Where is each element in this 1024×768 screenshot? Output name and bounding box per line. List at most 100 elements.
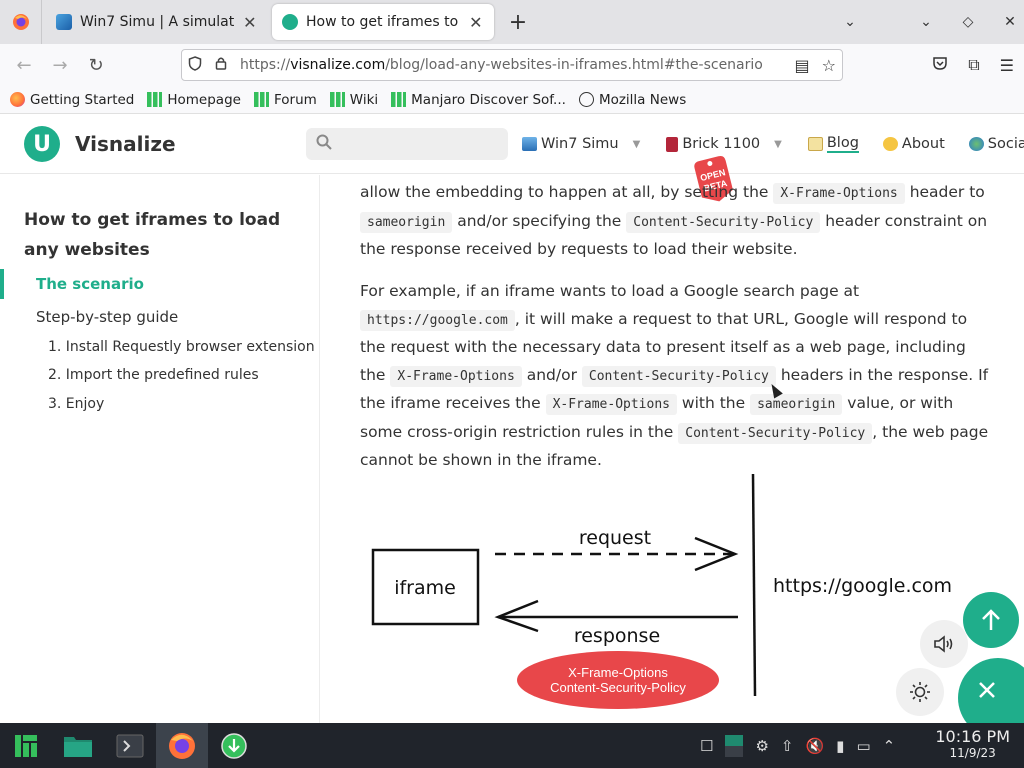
volume-muted-icon[interactable]: 🔇 [805,737,824,755]
bookmarks-toolbar: Getting Started Homepage Forum Wiki Manj… [0,86,1024,114]
nav-blog[interactable]: Blog [807,135,859,153]
tab-win7-simu[interactable]: Win7 Simu | A simulator of ✕ [46,4,268,40]
tab-title: How to get iframes to load [306,14,460,30]
inline-code: https://google.com [360,309,515,331]
tab-bar: Win7 Simu | A simulator of ✕ How to get … [0,0,1024,44]
article-paragraph: For example, if an iframe wants to load … [360,282,989,469]
tab-title: Win7 Simu | A simulator of [80,14,234,30]
manjaro-icon [329,92,345,107]
nav-label: Brick 1100 [682,136,761,152]
nav-win7-simu[interactable]: Win7 Simu ▼ [522,136,640,152]
nav-label: About [901,136,945,152]
close-window-icon[interactable]: ✕ [996,14,1024,30]
toc-title[interactable]: How to get iframes to load any websites [24,205,294,265]
toc-item-install-requestly[interactable]: 1. Install Requestly browser extension [48,339,315,355]
inline-code: X-Frame-Options [773,183,905,204]
laptop-icon [522,137,537,151]
nav-about[interactable]: About [882,136,945,152]
bookmark-label: Mozilla News [598,91,687,108]
forward-arrow-icon[interactable]: → [42,55,78,76]
nav-brick-1100[interactable]: Brick 1100 ▼ [666,136,782,152]
chevron-down-icon: ▼ [774,138,782,150]
url-text[interactable]: https://visnalize.com/blog/load-any-webs… [240,57,763,73]
globe-icon [578,92,594,107]
iframe-label: iframe [394,577,456,599]
globe-icon [968,137,984,151]
terminal-icon[interactable] [104,723,156,768]
clock-date: 11/9/23 [949,746,996,760]
bookmark-wiki[interactable]: Wiki [329,92,378,108]
toc-item-enjoy[interactable]: 3. Enjoy [48,396,104,412]
bookmark-mozilla-news[interactable]: Mozilla News [578,91,687,108]
nav-label: Social [987,136,1024,152]
firefox-taskbar-icon[interactable] [156,723,208,768]
usb-device-icon[interactable]: ▮ [836,737,844,755]
site-header: U Visnalize Win7 Simu ▼ Brick 1100 ▼ Blo… [0,114,1024,174]
new-tab-button[interactable]: + [498,10,538,35]
system-tray: ☐ ⚙ ⇧ 🔇 ▮ ▭ ⌃ [700,723,895,768]
reader-view-icon[interactable]: ▤ [795,56,810,75]
pocket-icon[interactable] [932,56,948,75]
win7-simu-favicon-icon [56,14,72,30]
bookmark-homepage[interactable]: Homepage [147,92,241,108]
inline-code: Content-Security-Policy [626,211,821,233]
bookmark-star-icon[interactable]: ☆ [822,56,836,75]
file-manager-icon[interactable] [52,723,104,768]
chevron-up-icon[interactable]: ⌃ [883,737,896,755]
toc-item-step-by-step-guide[interactable]: Step-by-step guide [36,308,178,326]
bookmark-label: Forum [273,91,317,108]
read-aloud-button[interactable] [920,620,968,668]
table-of-contents: How to get iframes to load any websites … [0,175,320,723]
network-share-icon[interactable]: ⚙ [755,737,768,755]
maximize-window-icon[interactable]: ◇ [954,14,982,30]
bookmark-label: Manjaro Discover Sof... [411,91,566,108]
arrow-up-icon [982,609,1000,630]
manjaro-icon [147,92,163,107]
close-tab-icon[interactable]: ✕ [468,13,484,32]
show-desktop-icon[interactable]: ☐ [700,737,713,755]
bookmark-label: Getting Started [30,91,135,108]
minimize-window-icon[interactable]: ⌄ [912,14,940,30]
inline-code: X-Frame-Options [390,365,522,387]
hamburger-menu-icon[interactable]: ☰ [1000,56,1014,75]
list-all-tabs-icon[interactable]: ⌄ [836,14,864,30]
bookmark-forum[interactable]: Forum [253,91,317,108]
iframe-request-diagram: iframe request response https://google.c… [371,473,952,709]
sun-icon [910,682,930,702]
inline-code: sameorigin [360,211,453,233]
toc-item-import-rules[interactable]: 2. Import the predefined rules [48,367,259,383]
lock-icon[interactable] [208,56,234,74]
extensions-puzzle-icon[interactable]: ⧉ [968,55,979,75]
tab-active-iframes[interactable]: How to get iframes to load ✕ [272,4,494,40]
manjaro-icon [253,92,269,107]
bookmark-getting-started[interactable]: Getting Started [10,92,134,108]
back-arrow-icon[interactable]: ← [6,55,42,76]
manjaro-icon [391,92,407,107]
site-name[interactable]: Visnalize [75,132,176,156]
response-label: response [574,625,660,647]
scroll-to-top-button[interactable] [963,592,1019,648]
app-launcher-icon[interactable] [0,723,52,768]
close-icon [979,682,995,698]
shield-icon[interactable] [182,55,208,75]
site-search-input[interactable] [306,128,508,160]
workspace-pager-icon[interactable] [725,734,744,757]
headers-line-2: Content-Security-Policy [550,680,686,695]
chevron-down-icon: ▼ [632,138,641,150]
reload-icon[interactable]: ↻ [78,55,114,76]
toc-item-the-scenario[interactable]: The scenario [36,275,144,293]
server-boundary-line [751,473,757,697]
network-wired-icon[interactable]: ▭ [856,737,870,755]
visnalize-logo-icon[interactable]: U [24,126,60,162]
updates-tray-icon[interactable]: ⇧ [781,737,794,755]
theme-toggle-button[interactable] [896,668,944,716]
software-update-icon[interactable] [208,723,260,768]
close-tab-icon[interactable]: ✕ [242,13,258,32]
system-clock[interactable]: 10:16 PM 11/9/23 [935,729,1010,761]
nav-social[interactable]: Social ▼ [968,136,1024,152]
request-label: request [579,527,651,549]
firefox-menu-icon[interactable] [0,0,42,44]
bookmark-manjaro-discover[interactable]: Manjaro Discover Sof... [391,92,566,108]
memo-icon [807,137,823,151]
address-bar[interactable]: https://visnalize.com/blog/load-any-webs… [181,49,843,81]
